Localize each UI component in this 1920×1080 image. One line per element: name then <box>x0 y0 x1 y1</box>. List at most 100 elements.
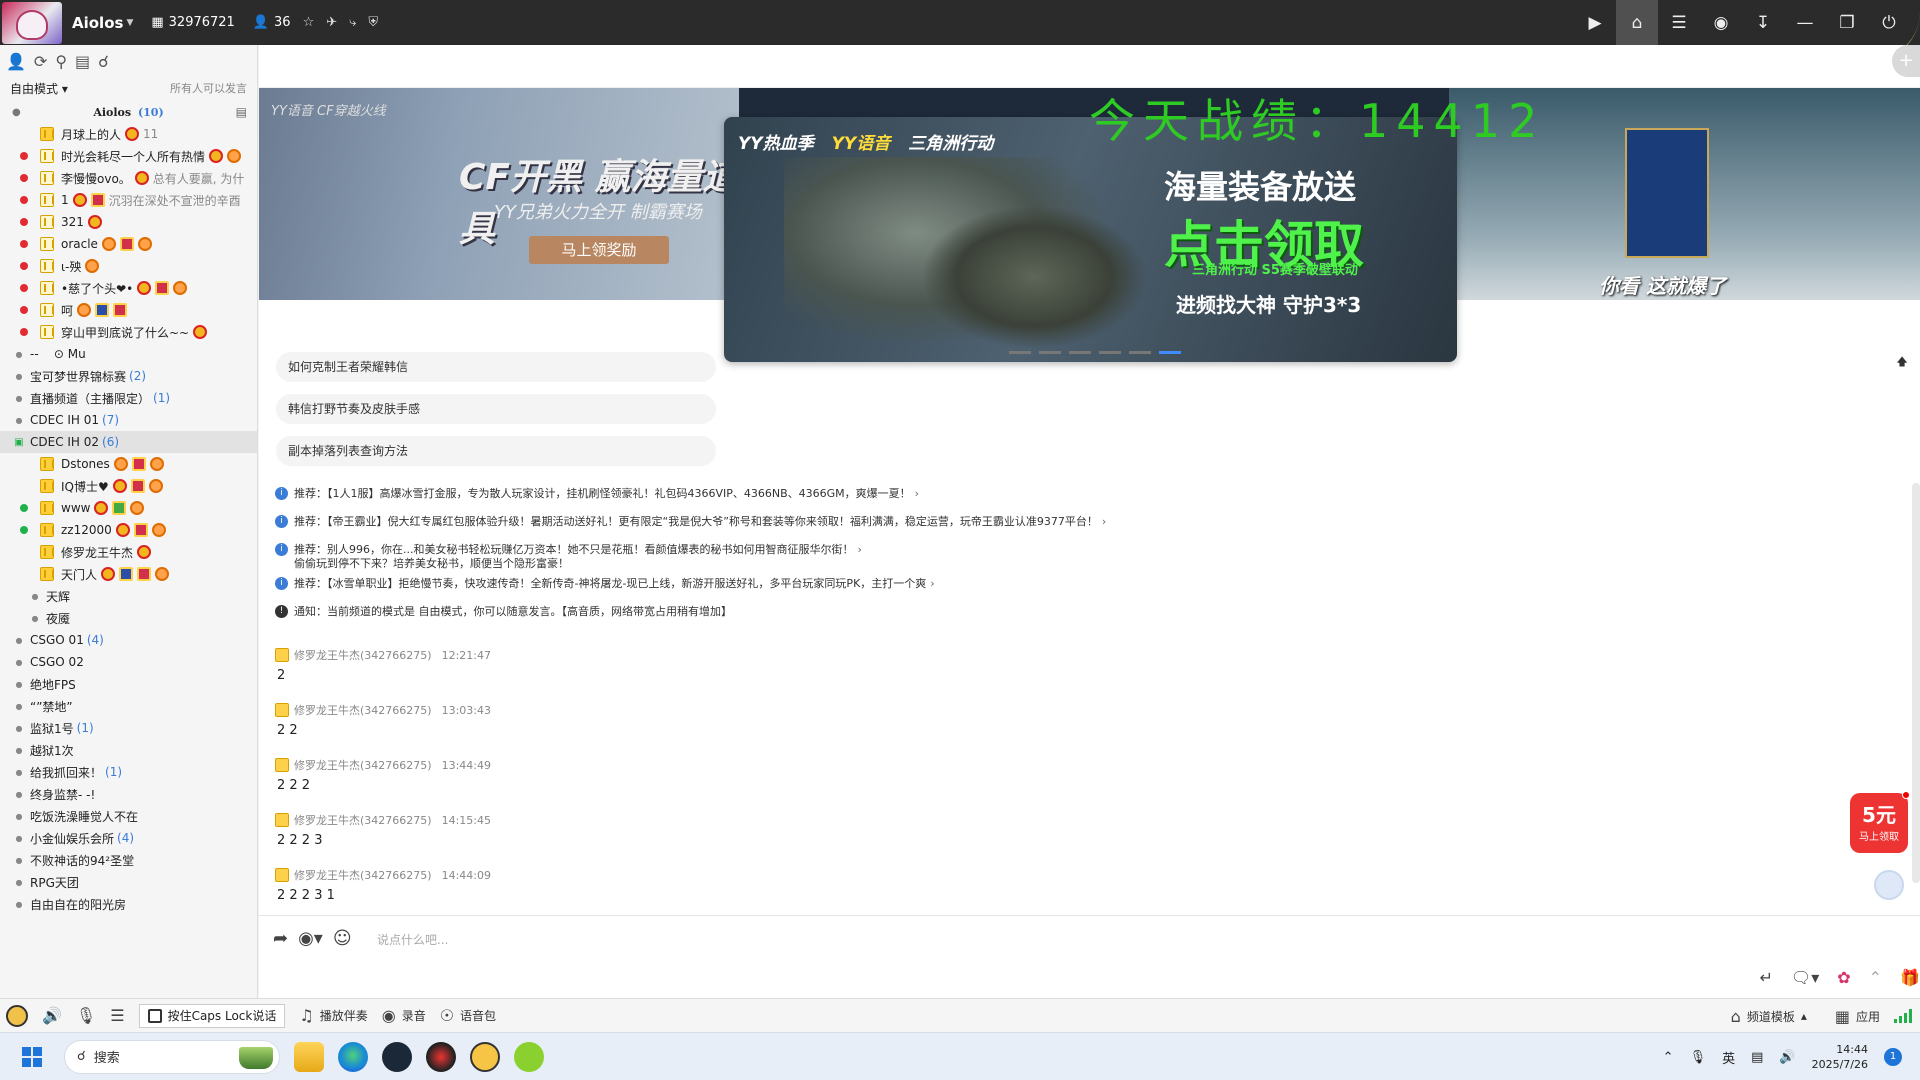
channel-user[interactable]: oracle <box>0 233 257 255</box>
search-icon[interactable]: ☌ <box>98 52 109 71</box>
channel-name[interactable]: Aiolos <box>72 14 123 32</box>
carousel-dot[interactable] <box>1099 351 1121 354</box>
steam-icon[interactable] <box>382 1041 412 1072</box>
channel-user[interactable]: 呵 <box>0 299 257 321</box>
channel-user[interactable]: 月球上的人 11 <box>0 123 257 145</box>
push-to-talk-button[interactable]: 按住Caps Lock说话 <box>138 1003 286 1028</box>
play-accompaniment-button[interactable]: ♫ 播放伴奏 <box>299 1006 367 1025</box>
notice-item[interactable]: i 推荐：【1人1服】高爆冰雪打金服，专为散人玩家设计，挂机刷怪领豪礼！礼包码43… <box>275 487 1475 509</box>
add-icon[interactable]: + <box>1892 45 1920 77</box>
plane-icon[interactable]: ✈ <box>326 15 337 30</box>
notice-item[interactable]: i 推荐：【冰雪单职业】拒绝慢节奏，快攻速传奇！全新传奇-神将屠龙-现已上线，新游… <box>275 577 1475 599</box>
channel-user[interactable]: 1 沉羽在深处不宣泄的辛酉 <box>0 189 257 211</box>
carousel-dot[interactable] <box>1129 351 1151 354</box>
notice-item[interactable]: i 推荐：别人996，你在...和美女秘书轻松玩赚亿万资本！她不只是花瓶！看颜值爆… <box>275 543 1475 571</box>
channel-user[interactable]: Dstones <box>0 453 257 475</box>
record-button[interactable]: ◉ 录音 <box>382 1006 426 1025</box>
power-icon[interactable]: ⏻ <box>1868 0 1910 45</box>
share-icon[interactable]: ⤷ <box>349 15 356 30</box>
channel-user[interactable]: •慈了个头❤• <box>0 277 257 299</box>
chat-bubble-icon[interactable]: 🗨▾ <box>1791 968 1819 987</box>
claim-reward-button[interactable]: 马上领奖励 <box>529 236 669 264</box>
channel-user[interactable]: zz12000 <box>0 519 257 541</box>
notice-item[interactable]: i 推荐：【帝王霸业】倪大红专属红包服体验升级！暑期活动送好礼！更有限定“我是倪大… <box>275 515 1475 537</box>
channel-item[interactable]: ● 给我抓回来！ (1) <box>0 761 257 783</box>
message-input[interactable] <box>377 930 977 950</box>
notes-icon[interactable]: ▤ <box>75 52 90 71</box>
carousel-dot[interactable] <box>1039 351 1061 354</box>
minimize-tray-icon[interactable]: ↧ <box>1742 0 1784 45</box>
game-launcher-icon[interactable] <box>426 1041 456 1072</box>
channel-user[interactable]: www <box>0 497 257 519</box>
channel-item[interactable]: ● 越狱1次 <box>0 739 257 761</box>
channel-item[interactable]: ● CSGO 02 <box>0 651 257 673</box>
suggestion-item[interactable]: 副本掉落列表查询方法 <box>276 436 716 466</box>
channel-item[interactable]: ● 绝地FPS <box>0 673 257 695</box>
chat-scrollbar[interactable] <box>1912 483 1920 883</box>
volume-icon[interactable]: 🔊 <box>1779 1050 1795 1065</box>
channel-user[interactable]: 穿山甲到底说了什么~~ <box>0 321 257 343</box>
suggestion-item[interactable]: 如何克制王者荣耀韩信 <box>276 352 716 382</box>
promo-coupon[interactable]: 5元 马上领取 <box>1850 791 1910 853</box>
mode-select[interactable]: 自由模式 ▾ <box>10 80 68 97</box>
windows-start-icon[interactable] <box>22 1046 42 1067</box>
channel-user[interactable]: 修罗龙王牛杰 <box>0 541 257 563</box>
channel-user[interactable]: 时光会耗尽一个人所有热情 <box>0 145 257 167</box>
channel-item-selected[interactable]: ▣ CDEC IH 02 (6) <box>0 431 257 453</box>
banner-left[interactable]: YY语音 CF穿越火线 CF开黑 赢海量道具 YY兄弟火力全开 制霸赛场 马上领… <box>259 88 739 300</box>
channel-user[interactable]: 李慢慢ovo。 总有人要赢, 为什 <box>0 167 257 189</box>
suggestion-item[interactable]: 韩信打野节奏及皮肤手感 <box>276 394 716 424</box>
root-channel[interactable]: ● Aiolos (10) ▤ <box>0 101 257 123</box>
user-icon[interactable]: 👤 <box>6 52 26 71</box>
input-method[interactable]: 英 <box>1722 1048 1735 1067</box>
scroll-top-icon[interactable]: 🡅 <box>1892 353 1912 373</box>
channel-item[interactable]: ● 终身监禁- -! <box>0 783 257 805</box>
gamepad-icon[interactable]: ◉ <box>1700 0 1742 45</box>
notification-badge[interactable]: 1 <box>1884 1048 1902 1066</box>
channel-item[interactable]: ● -- ⊙ Mu <box>0 343 257 365</box>
list-icon[interactable]: ☰ <box>1658 0 1700 45</box>
network-icon[interactable]: ▤ <box>1751 1050 1763 1065</box>
video-icon[interactable]: ▶ <box>1574 0 1616 45</box>
carousel-dot-active[interactable] <box>1159 351 1181 354</box>
voice-pack-button[interactable]: ☉ 语音包 <box>440 1006 496 1025</box>
send-icon[interactable]: ↵ <box>1760 968 1773 987</box>
share-icon[interactable]: ➦ <box>273 928 288 949</box>
rose-icon[interactable]: ✿ <box>1837 968 1850 987</box>
subchannel-item[interactable]: ● 夜魇 <box>0 607 257 629</box>
channel-template-button[interactable]: ⌂ 频道模板 ▴ <box>1731 1007 1807 1026</box>
channel-item[interactable]: ● CDEC IH 01 (7) <box>0 409 257 431</box>
message-sender[interactable]: 修罗龙王牛杰(342766275) <box>294 702 432 718</box>
message-sender[interactable]: 修罗龙王牛杰(342766275) <box>294 812 432 828</box>
channel-item[interactable]: ● 小金仙娱乐会所 (4) <box>0 827 257 849</box>
star-icon[interactable]: ☆ <box>303 15 315 30</box>
yy-voice-icon[interactable] <box>470 1041 500 1072</box>
channel-item[interactable]: ● 不败神话的94²圣堂 <box>0 849 257 871</box>
edge-browser-icon[interactable] <box>338 1041 368 1072</box>
channel-item[interactable]: ● “”禁地” <box>0 695 257 717</box>
channel-item[interactable]: ● 宝可梦世界锦标赛 (2) <box>0 365 257 387</box>
carousel-dot[interactable] <box>1009 351 1031 354</box>
avatar[interactable] <box>6 1004 28 1027</box>
speaker-icon[interactable]: 🔊 <box>42 1006 62 1025</box>
banner-center[interactable]: YY热血季 YY语音 三角洲行动 海量装备放送 点击领取 三角洲行动 S5赛季破… <box>724 117 1457 362</box>
message-sender[interactable]: 修罗龙王牛杰(342766275) <box>294 867 432 883</box>
channel-item[interactable]: ● 吃饭洗澡睡觉人不在 <box>0 805 257 827</box>
subchannel-item[interactable]: ● 天辉 <box>0 585 257 607</box>
channel-user[interactable]: ι-殃 <box>0 255 257 277</box>
channel-item[interactable]: ● 自由自在的阳光房 <box>0 893 257 915</box>
emoji-search-icon[interactable]: ☺ <box>333 928 352 949</box>
microphone-icon[interactable]: 🎙 <box>76 1006 96 1025</box>
channel-avatar[interactable] <box>2 1 62 44</box>
gift-icon[interactable]: 🎁 <box>1900 968 1920 987</box>
gamepad-icon[interactable]: ◉▾ <box>298 928 323 949</box>
message-sender[interactable]: 修罗龙王牛杰(342766275) <box>294 757 432 773</box>
minimize-icon[interactable]: — <box>1784 0 1826 45</box>
channel-item[interactable]: ● 监狱1号 (1) <box>0 717 257 739</box>
microphone-icon[interactable]: 🎙 <box>1690 1050 1707 1065</box>
location-icon[interactable]: ⚲ <box>55 52 67 71</box>
chevron-up-icon[interactable]: ⌃ <box>1869 968 1882 987</box>
channel-user[interactable]: 天门人 <box>0 563 257 585</box>
shield-icon[interactable]: ⛨ <box>368 15 378 30</box>
green-app-icon[interactable] <box>514 1041 544 1072</box>
